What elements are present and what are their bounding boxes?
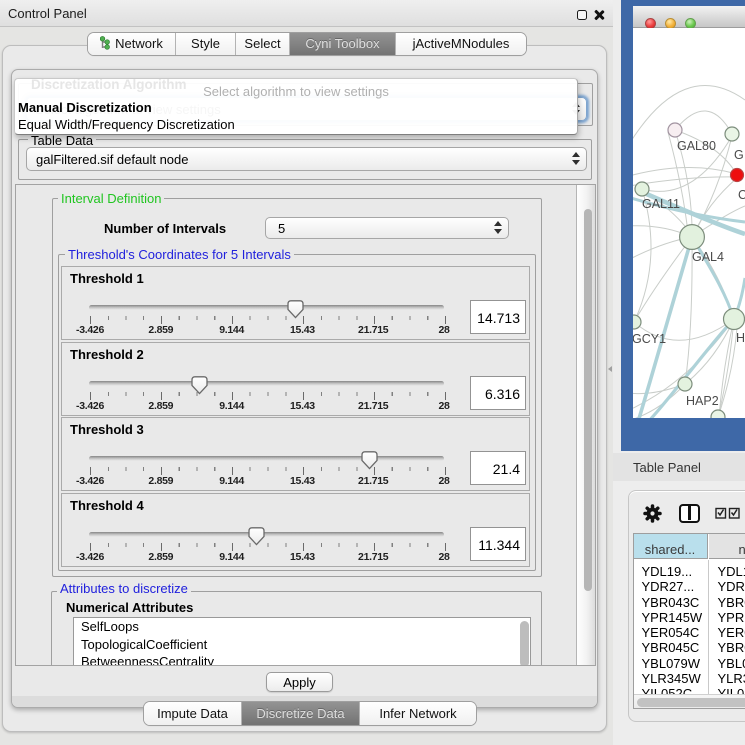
svg-text:HAP2: HAP2 [686,394,719,408]
svg-text:GCY1: GCY1 [633,332,666,346]
svg-text:C: C [738,188,745,202]
svg-text:G: G [734,148,744,162]
svg-text:GAL4: GAL4 [692,250,724,264]
svg-text:GAL11: GAL11 [642,197,680,211]
svg-text:GAL80: GAL80 [677,139,716,153]
svg-text:H: H [736,331,745,345]
